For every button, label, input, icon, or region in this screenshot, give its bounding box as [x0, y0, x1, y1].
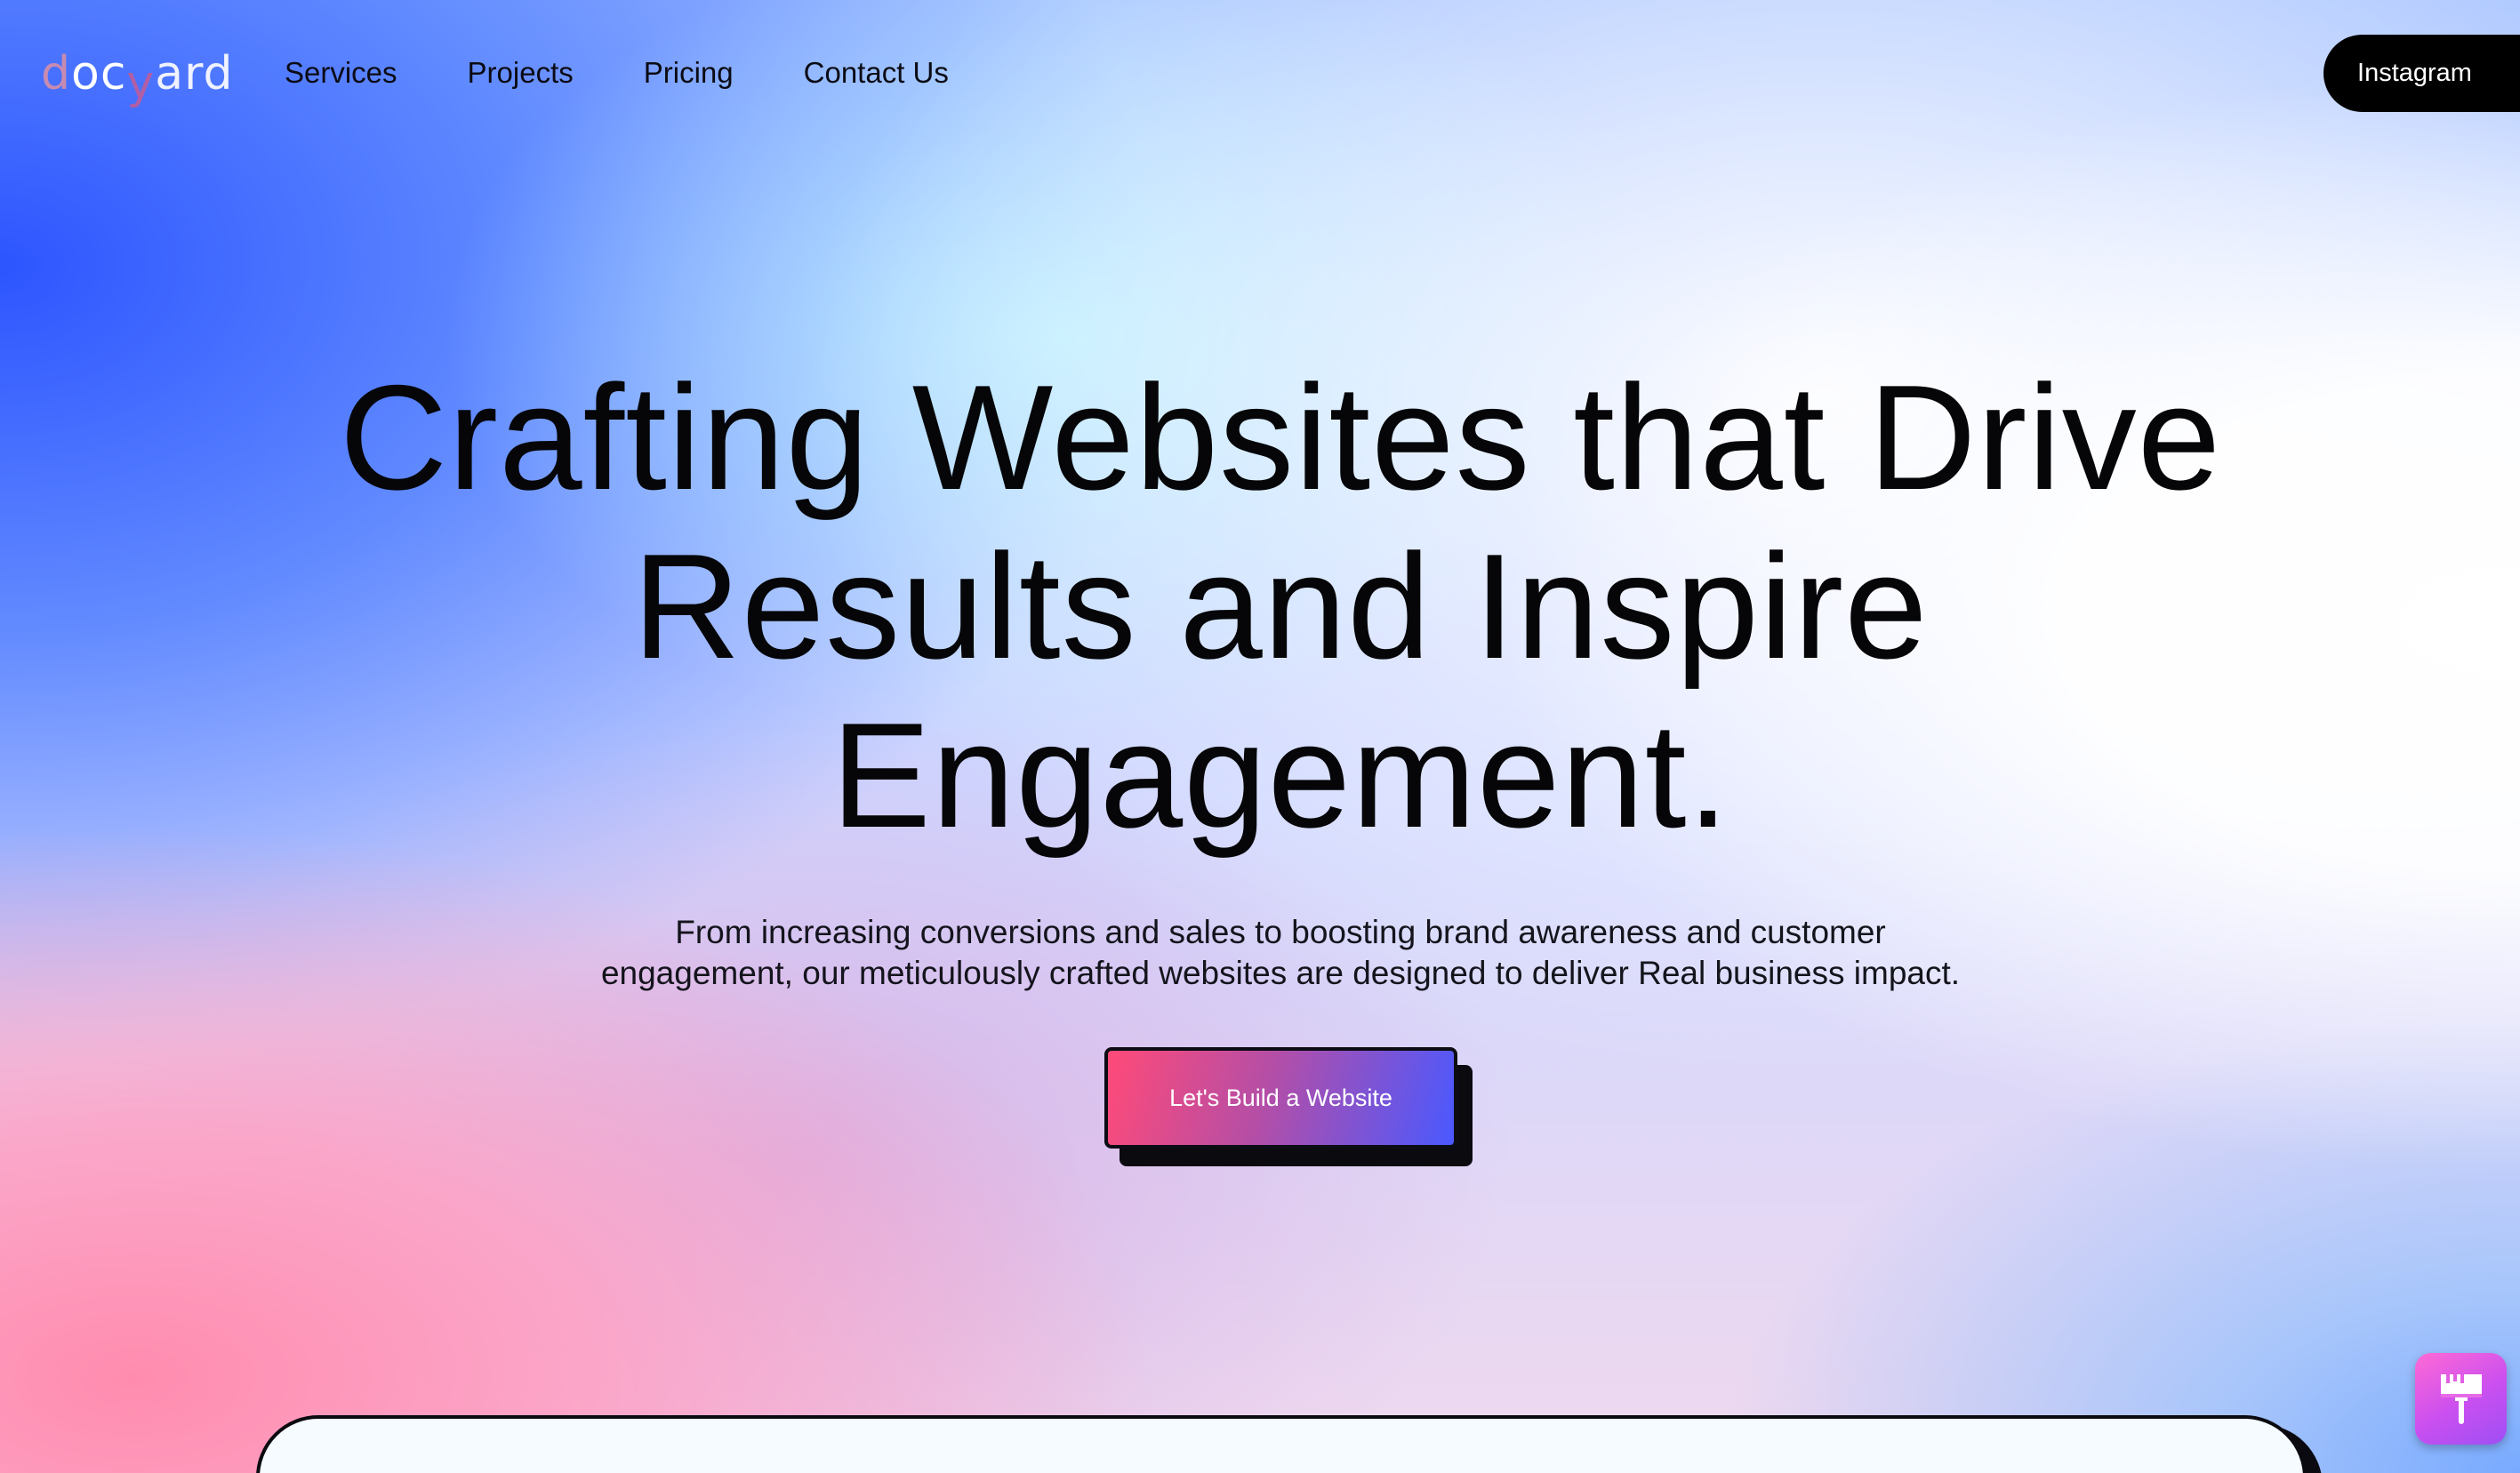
headline-line-1: Crafting Websites that Drive	[339, 354, 2222, 521]
paint-brush-widget-button[interactable]	[2415, 1353, 2507, 1445]
subhead-line-2: engagement, our meticulously crafted web…	[600, 955, 1961, 991]
build-website-button[interactable]: Let's Build a Website	[1104, 1047, 1457, 1149]
paint-brush-icon	[2441, 1374, 2482, 1424]
nav-item-projects[interactable]: Projects	[468, 53, 574, 92]
headline-line-2: Results and Inspire	[632, 523, 1929, 690]
nav-item-contact-us[interactable]: Contact Us	[804, 53, 949, 92]
instagram-button[interactable]: Instagram	[2323, 35, 2520, 112]
logo-letters-ard: ard	[155, 47, 234, 100]
logo-letter-d: d	[41, 47, 72, 100]
hero-subhead: From increasing conversions and sales to…	[391, 912, 2170, 994]
content-card-top	[256, 1415, 2307, 1473]
main-nav: Services Projects Pricing Contact Us	[285, 53, 1019, 92]
subhead-line-1: From increasing conversions and sales to…	[675, 914, 1886, 950]
nav-item-services[interactable]: Services	[285, 53, 397, 92]
headline-line-3: Engagement.	[831, 692, 1730, 859]
nav-item-pricing[interactable]: Pricing	[644, 53, 734, 92]
logo-letter-y: y	[126, 56, 156, 109]
hero-headline: Crafting Websites that Drive Results and…	[213, 353, 2347, 860]
brand-logo[interactable]: docyard	[41, 43, 234, 109]
logo-letters-oc: oc	[71, 47, 127, 100]
